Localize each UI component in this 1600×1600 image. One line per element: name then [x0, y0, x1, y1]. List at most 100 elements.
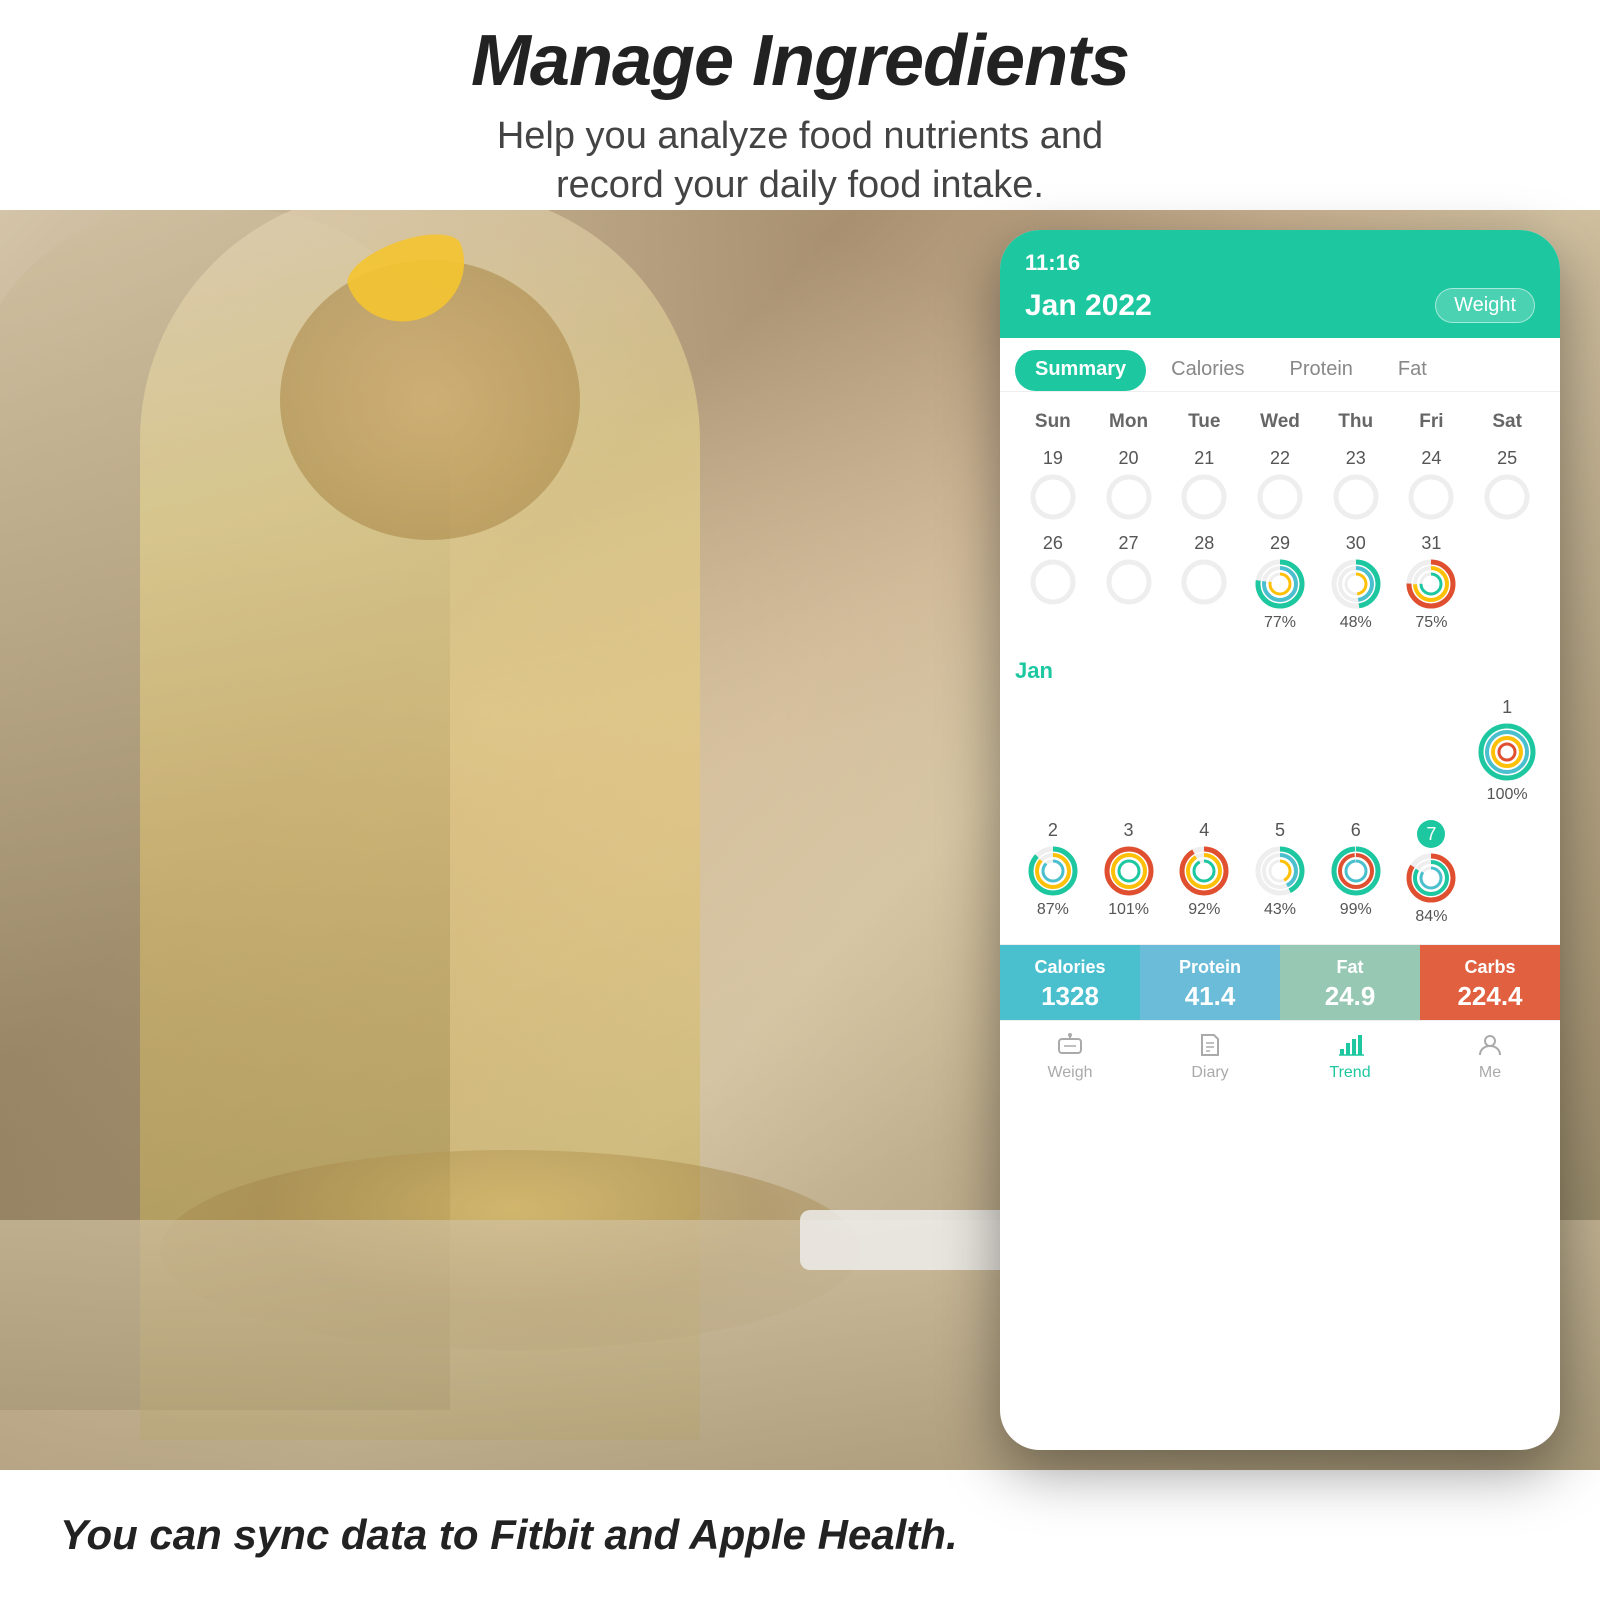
tab-calories[interactable]: Calories — [1151, 350, 1264, 391]
nav-trend[interactable]: Trend — [1280, 1029, 1420, 1082]
day-cell-21[interactable]: 21 — [1166, 445, 1242, 525]
nav-weigh-label: Weigh — [1047, 1064, 1092, 1082]
stat-calories-label: Calories — [1034, 957, 1105, 978]
day-fri: Fri — [1394, 407, 1470, 437]
day-number: 26 — [1043, 533, 1063, 554]
ring-31 — [1404, 557, 1458, 611]
ring-jan2 — [1026, 844, 1080, 898]
day-cell-jan7[interactable]: 7 84% — [1394, 817, 1470, 929]
tab-protein[interactable]: Protein — [1270, 350, 1373, 391]
day-cell-empty3 — [1166, 694, 1242, 807]
day-cell-jan3[interactable]: 3 101% — [1091, 817, 1167, 929]
day-cell-jan4[interactable]: 4 92% — [1166, 817, 1242, 929]
ring-jan5 — [1253, 844, 1307, 898]
weigh-icon — [1054, 1029, 1086, 1061]
stat-fat-value: 24.9 — [1325, 981, 1376, 1012]
stat-fat: Fat 24.9 — [1280, 945, 1420, 1020]
footer-text: You can sync data to Fitbit and Apple He… — [60, 1511, 958, 1559]
day-number: 23 — [1346, 448, 1366, 469]
day-cell-26[interactable]: 26 — [1015, 530, 1091, 635]
day-number: 6 — [1351, 820, 1361, 841]
day-number: 30 — [1346, 533, 1366, 554]
day-number: 4 — [1199, 820, 1209, 841]
week-dec-1: 19 20 21 22 23 24 — [1015, 445, 1545, 525]
day-cell-29[interactable]: 29 77% — [1242, 530, 1318, 635]
day-cell-22[interactable]: 22 — [1242, 445, 1318, 525]
day-number: 31 — [1421, 533, 1441, 554]
day-cell-empty — [1469, 530, 1545, 635]
day-number-today: 7 — [1417, 820, 1445, 848]
ring-pct-jan1: 100% — [1487, 786, 1528, 804]
bottom-footer: You can sync data to Fitbit and Apple He… — [0, 1470, 1600, 1600]
day-cell-empty6 — [1394, 694, 1470, 807]
ring-pct-jan7: 84% — [1415, 908, 1447, 926]
day-thu: Thu — [1318, 407, 1394, 437]
day-cell-empty2 — [1091, 694, 1167, 807]
day-cell-31[interactable]: 31 75% — [1394, 530, 1470, 635]
day-cell-25[interactable]: 25 — [1469, 445, 1545, 525]
day-number: 27 — [1119, 533, 1139, 554]
day-cell-30[interactable]: 30 48% — [1318, 530, 1394, 635]
day-cell-empty4 — [1242, 694, 1318, 807]
ring-pct-jan6: 99% — [1340, 901, 1372, 919]
day-cell-empty5 — [1318, 694, 1394, 807]
ring-empty — [1406, 472, 1456, 522]
ring-empty — [1028, 557, 1078, 607]
status-bar: 11:16 — [1025, 250, 1535, 276]
day-number: 2 — [1048, 820, 1058, 841]
day-headers: Sun Mon Tue Wed Thu Fri Sat — [1015, 407, 1545, 437]
weight-badge[interactable]: Weight — [1435, 288, 1535, 323]
day-cell-jan2[interactable]: 2 87% — [1015, 817, 1091, 929]
tab-summary[interactable]: Summary — [1015, 350, 1146, 391]
stat-fat-label: Fat — [1337, 957, 1364, 978]
tab-row: Summary Calories Protein Fat — [1000, 338, 1560, 392]
ring-empty — [1179, 472, 1229, 522]
day-cell-empty1 — [1015, 694, 1091, 807]
jan-week-2: 2 87% 3 — [1000, 812, 1560, 939]
stat-carbs-label: Carbs — [1464, 957, 1515, 978]
nav-diary[interactable]: Diary — [1140, 1029, 1280, 1082]
ring-jan7 — [1404, 851, 1458, 905]
week-jan-2-row: 2 87% 3 — [1015, 817, 1545, 929]
stat-protein-value: 41.4 — [1185, 981, 1236, 1012]
day-cell-jan1[interactable]: 1 100% — [1469, 694, 1545, 807]
ring-empty — [1028, 472, 1078, 522]
week-jan-1-row: 1 100% — [1015, 694, 1545, 807]
day-cell-empty-last — [1469, 817, 1545, 929]
ring-empty — [1331, 472, 1381, 522]
stat-calories-value: 1328 — [1041, 981, 1099, 1012]
nav-me-label: Me — [1479, 1064, 1501, 1082]
subtitle: Help you analyze food nutrients and reco… — [497, 112, 1103, 211]
day-cell-20[interactable]: 20 — [1091, 445, 1167, 525]
app-header: 11:16 Jan 2022 Weight — [1000, 230, 1560, 338]
nav-weigh[interactable]: Weigh — [1000, 1029, 1140, 1082]
day-number: 25 — [1497, 448, 1517, 469]
day-wed: Wed — [1242, 407, 1318, 437]
day-number: 3 — [1124, 820, 1134, 841]
ring-empty — [1179, 557, 1229, 607]
stats-bar: Calories 1328 Protein 41.4 Fat 24.9 Carb… — [1000, 944, 1560, 1020]
day-cell-27[interactable]: 27 — [1091, 530, 1167, 635]
stat-calories: Calories 1328 — [1000, 945, 1140, 1020]
day-number: 22 — [1270, 448, 1290, 469]
day-cell-28[interactable]: 28 — [1166, 530, 1242, 635]
ring-empty — [1104, 472, 1154, 522]
diary-icon — [1194, 1029, 1226, 1061]
day-cell-24[interactable]: 24 — [1394, 445, 1470, 525]
me-icon — [1474, 1029, 1506, 1061]
bottom-nav: Weigh Diary — [1000, 1020, 1560, 1094]
day-number: 29 — [1270, 533, 1290, 554]
calendar-area: Sun Mon Tue Wed Thu Fri Sat 19 20 21 22 — [1000, 392, 1560, 650]
stat-protein: Protein 41.4 — [1140, 945, 1280, 1020]
day-cell-19[interactable]: 19 — [1015, 445, 1091, 525]
day-cell-jan6[interactable]: 6 99% — [1318, 817, 1394, 929]
day-tue: Tue — [1166, 407, 1242, 437]
nav-me[interactable]: Me — [1420, 1029, 1560, 1082]
stat-carbs: Carbs 224.4 — [1420, 945, 1560, 1020]
day-mon: Mon — [1091, 407, 1167, 437]
tab-fat[interactable]: Fat — [1378, 350, 1447, 391]
day-cell-23[interactable]: 23 — [1318, 445, 1394, 525]
ring-jan6 — [1329, 844, 1383, 898]
ring-jan3 — [1102, 844, 1156, 898]
day-cell-jan5[interactable]: 5 43% — [1242, 817, 1318, 929]
